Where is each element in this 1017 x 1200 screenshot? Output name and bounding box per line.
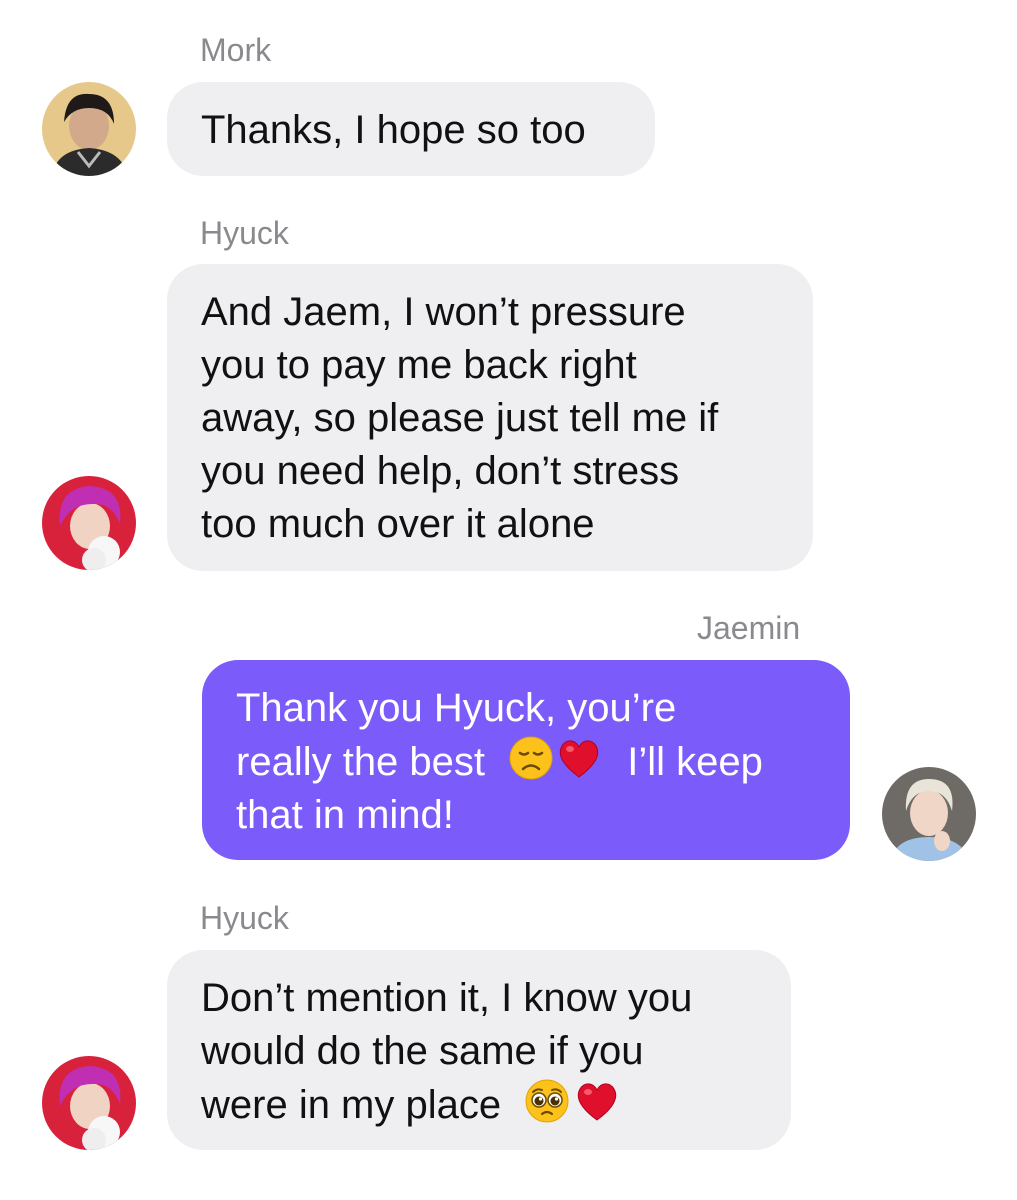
message-text-segment: I’ll keep (627, 740, 763, 784)
message-text-segment: were in my place (201, 1083, 502, 1127)
message-text-line-with-emoji: really the best I’ll keep (236, 735, 816, 789)
red-heart-icon (574, 1078, 620, 1124)
message-text-segment: really the best (236, 740, 486, 784)
message-text-line: Thank you Hyuck, you’re (236, 686, 677, 730)
avatar-mork[interactable] (42, 82, 136, 176)
message-text-line-with-emoji: were in my place (201, 1078, 757, 1132)
pleading-face-icon (524, 1078, 570, 1124)
message-text-line: you need help, don’t stress (201, 449, 680, 493)
message-text-line: would do the same if you (201, 1029, 644, 1073)
message-text-line: Thanks, I hope so too (201, 108, 586, 152)
message-text-line: too much over it alone (201, 502, 595, 546)
disappointed-face-icon (508, 735, 554, 781)
message-text-line: Don’t mention it, I know you (201, 976, 693, 1020)
message-bubble-4[interactable]: Don’t mention it, I know you would do th… (167, 950, 791, 1150)
message-bubble-2[interactable]: And Jaem, I won’t pressure you to pay me… (167, 264, 813, 571)
message-bubble-1[interactable]: Thanks, I hope so too (167, 82, 655, 176)
message-text-line: away, so please just tell me if (201, 396, 719, 440)
sender-name-jaemin: Jaemin (697, 610, 801, 646)
message-text-line: that in mind! (236, 793, 454, 837)
message-bubble-3[interactable]: Thank you Hyuck, you’re really the best … (202, 660, 850, 860)
avatar-jaemin[interactable] (882, 767, 976, 861)
sender-name-hyuck: Hyuck (200, 215, 289, 251)
message-text-line: you to pay me back right (201, 343, 637, 387)
sender-name-hyuck: Hyuck (200, 900, 289, 936)
message-text-line: And Jaem, I won’t pressure (201, 290, 686, 334)
sender-name-mork: Mork (200, 32, 272, 68)
avatar-hyuck[interactable] (42, 1056, 136, 1150)
avatar-hyuck[interactable] (42, 476, 136, 570)
red-heart-icon (556, 735, 602, 781)
